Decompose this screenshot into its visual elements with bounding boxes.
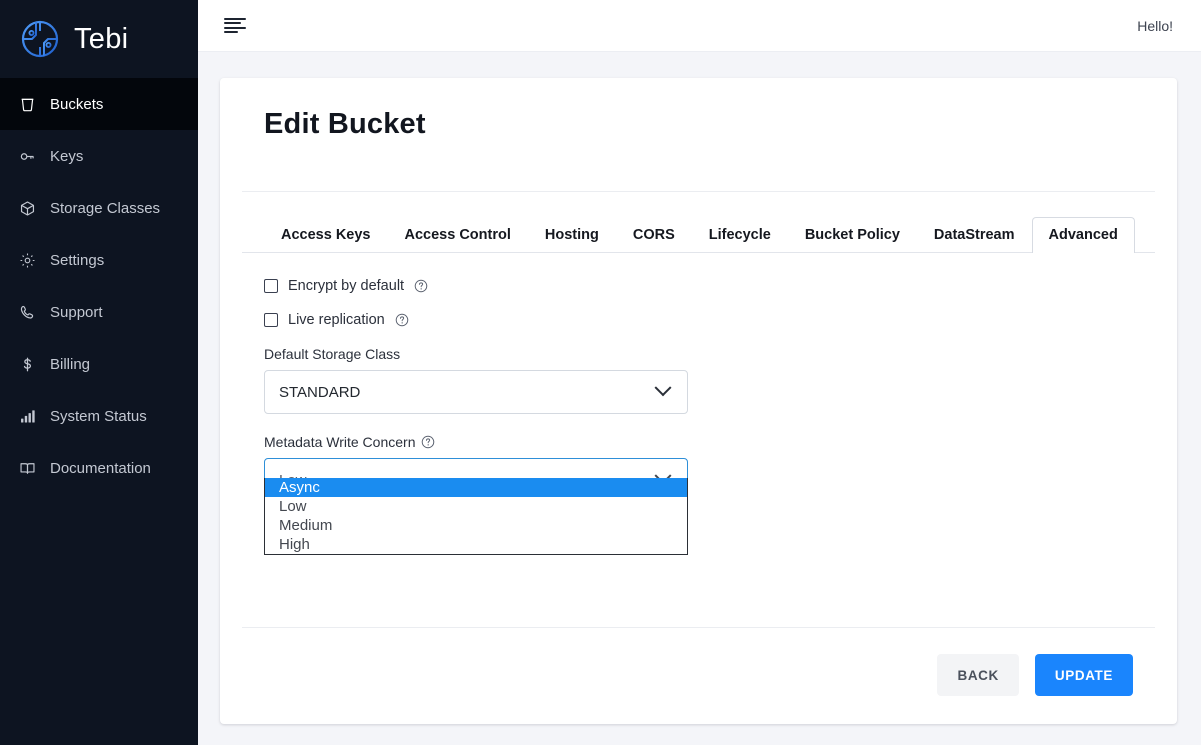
live-replication-row: Live replication [264,312,1133,328]
default-storage-class-label: Default Storage Class [264,346,401,362]
gear-icon [18,251,36,269]
sidebar-item-storage-classes[interactable]: Storage Classes [0,182,198,234]
option-low[interactable]: Low [265,497,687,516]
title-divider [242,191,1155,192]
hamburger-line [224,31,238,34]
sidebar-item-system-status[interactable]: System Status [0,390,198,442]
default-storage-class-select[interactable]: STANDARD [264,370,688,414]
live-replication-label[interactable]: Live replication [288,312,385,328]
page-title: Edit Bucket [264,108,426,140]
update-button[interactable]: UPDATE [1034,654,1133,696]
metadata-write-concern-options-list: Async Low Medium High [264,478,688,555]
sidebar: Tebi Buckets Keys Storage Classes Settin… [0,0,198,745]
sidebar-item-label: System Status [50,407,147,425]
question-circle-icon[interactable] [395,313,409,327]
tab-bar: Access Keys Access Control Hosting CORS … [242,216,1155,253]
page-subtitle [264,153,1133,171]
tab-lifecycle[interactable]: Lifecycle [692,217,788,253]
live-replication-checkbox[interactable] [264,312,278,327]
content-area: Edit Bucket Access Keys Access Control H… [198,52,1201,745]
option-medium[interactable]: Medium [265,516,687,535]
encrypt-by-default-label[interactable]: Encrypt by default [288,279,404,294]
tab-hosting[interactable]: Hosting [528,217,616,253]
cube-icon [18,199,36,217]
question-circle-icon[interactable] [414,279,428,293]
sidebar-item-label: Settings [50,251,105,269]
sidebar-item-label: Support [50,303,103,321]
back-button[interactable]: BACK [937,654,1019,696]
option-async[interactable]: Async [265,478,687,497]
sidebar-item-settings[interactable]: Settings [0,234,198,286]
sidebar-nav: Buckets Keys Storage Classes Settings Su… [0,78,198,494]
app-root: Tebi Buckets Keys Storage Classes Settin… [0,0,1201,745]
sidebar-item-documentation[interactable]: Documentation [0,442,198,494]
option-high[interactable]: High [265,535,687,554]
main-area: Hello! Edit Bucket Access Keys Access Co… [198,0,1201,745]
hamburger-line [224,22,242,25]
tab-bucket-policy[interactable]: Bucket Policy [788,217,917,253]
edit-bucket-card: Edit Bucket Access Keys Access Control H… [220,78,1177,724]
sidebar-item-label: Billing [50,355,91,373]
tab-advanced[interactable]: Advanced [1031,217,1135,253]
chevron-down-icon [654,379,672,397]
sidebar-item-keys[interactable]: Keys [0,130,198,182]
bucket-icon [18,95,36,113]
hamburger-line [224,17,246,20]
brand[interactable]: Tebi [0,0,198,78]
dollar-icon [18,355,36,373]
metadata-write-concern-label-row: Metadata Write Concern [264,434,1133,450]
user-greeting[interactable]: Hello! [1137,18,1173,34]
question-circle-icon[interactable] [421,435,435,449]
bar-chart-icon [18,407,36,425]
encrypt-by-default-row: Encrypt by default [264,279,1133,294]
hamburger-line [224,26,246,29]
advanced-settings-form: Encrypt by default Live replication Defa… [264,253,1133,555]
sidebar-item-label: Storage Classes [50,199,161,217]
tab-access-keys[interactable]: Access Keys [264,217,388,253]
sidebar-item-billing[interactable]: Billing [0,338,198,390]
tebi-circuit-circle-logo-icon [18,17,62,61]
default-storage-class-group: Default Storage Class STANDARD [264,346,1133,414]
tab-datastream[interactable]: DataStream [917,217,1032,253]
tab-cors[interactable]: CORS [616,217,692,253]
default-storage-class-value: STANDARD [279,383,361,401]
sidebar-item-label: Buckets [50,95,104,113]
sidebar-item-label: Keys [50,147,84,165]
key-icon [18,147,36,165]
phone-icon [18,303,36,321]
sidebar-item-label: Documentation [50,459,151,477]
encrypt-by-default-checkbox[interactable] [264,279,278,294]
metadata-write-concern-group: Metadata Write Concern Low [264,434,1133,555]
topbar: Hello! [198,0,1201,52]
sidebar-item-support[interactable]: Support [0,286,198,338]
form-actions: BACK UPDATE [937,654,1133,696]
tab-access-control[interactable]: Access Control [388,217,528,253]
hamburger-icon[interactable] [224,17,246,34]
brand-name: Tebi [74,22,129,55]
footer-divider [242,627,1155,628]
metadata-write-concern-label: Metadata Write Concern [264,434,416,450]
book-icon [18,459,36,477]
sidebar-item-buckets[interactable]: Buckets [0,78,198,130]
